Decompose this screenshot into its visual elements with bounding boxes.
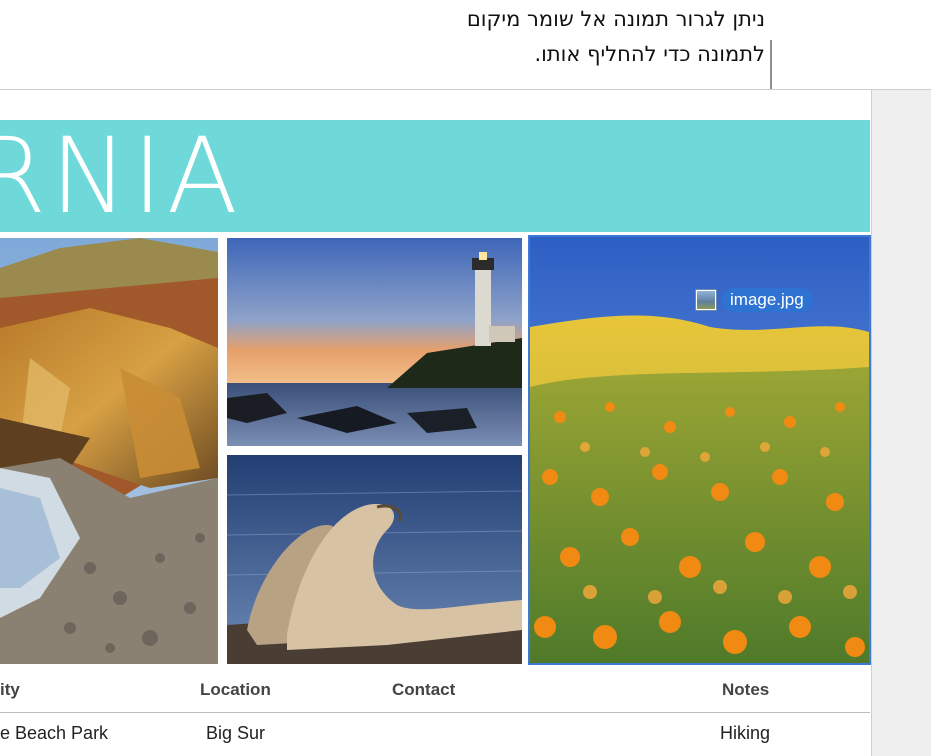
- callout-line-2: לתמונה כדי להחליף אותו.: [534, 42, 765, 66]
- photo-coastal-cliffs[interactable]: [0, 238, 218, 664]
- image-file-icon: [696, 290, 716, 310]
- callout-text: ניתן לגרור תמונה אל שומר מיקום לתמונה כד…: [205, 2, 765, 72]
- column-header-notes: Notes: [722, 680, 770, 699]
- drag-token[interactable]: image.jpg: [696, 288, 813, 312]
- column-header-contact: Contact: [392, 680, 456, 699]
- cell-activity: e Beach Park: [0, 723, 109, 743]
- title-banner[interactable]: RNIA: [0, 120, 870, 232]
- table-header-row: ity Location Contact Notes: [0, 680, 870, 702]
- column-header-location: Location: [200, 680, 271, 699]
- photo-sea-lions[interactable]: [227, 455, 522, 664]
- callout-line-1: ניתן לגרור תמונה אל שומר מיקום: [466, 7, 765, 31]
- photo-lighthouse[interactable]: [227, 238, 522, 446]
- side-panel: [872, 89, 931, 756]
- table-row[interactable]: e Beach Park Big Sur Hiking: [0, 723, 870, 747]
- banner-title: RNIA: [0, 120, 242, 232]
- cell-notes: Hiking: [720, 723, 771, 743]
- cell-location: Big Sur: [206, 723, 266, 743]
- column-header-activity: ity: [0, 680, 20, 699]
- drag-filename: image.jpg: [722, 288, 813, 312]
- table-divider: [0, 712, 870, 713]
